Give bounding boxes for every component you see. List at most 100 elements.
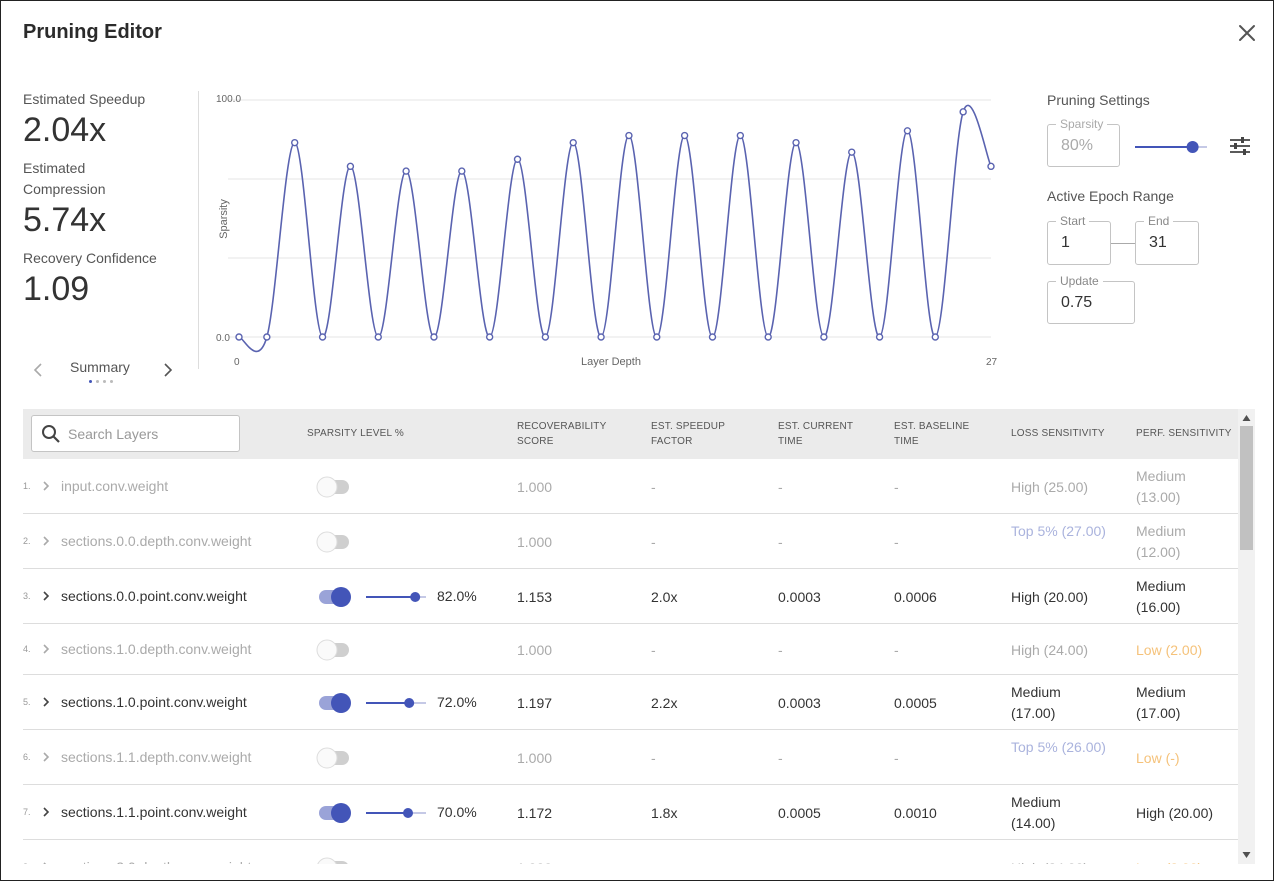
layer-toggle[interactable] [315,585,353,609]
header-loss-sensitivity[interactable]: LOSS SENSITIVITY [1011,426,1105,441]
recoverability-cell: 1.000 [517,858,552,864]
chart-point[interactable] [485,333,494,341]
header-current-time[interactable]: EST. CURRENT TIME [778,419,868,449]
chevron-right-icon[interactable] [40,751,52,763]
chart-point[interactable] [541,333,550,341]
chevron-right-icon[interactable] [161,361,175,379]
chart-point[interactable] [680,131,689,140]
table-scrollbar[interactable] [1238,409,1255,864]
chart-point[interactable] [374,333,382,341]
header-baseline-time[interactable]: EST. BASELINE TIME [894,419,984,449]
epoch-update-label: Update [1056,274,1103,288]
baseline-time-cell: - [894,534,899,550]
chart-point[interactable] [569,138,577,147]
chart-point[interactable] [903,127,912,135]
speedup-cell: 2.2x [651,695,678,711]
chart-point[interactable] [764,333,772,341]
current-time-cell: 0.0005 [778,805,821,821]
chevron-left-icon[interactable] [31,361,45,379]
chevron-right-icon[interactable] [40,861,52,864]
chart-point[interactable] [318,333,327,341]
chart-point[interactable] [597,333,605,341]
header-recoverability[interactable]: RECOVERABILITY SCORE [517,419,627,449]
chart-point[interactable] [625,131,633,140]
summary-label: Summary [70,359,130,375]
header-sparsity[interactable]: SPARSITY LEVEL % [307,426,404,441]
layer-toggle[interactable] [315,801,353,825]
table-row[interactable]: 2. sections.0.0.depth.conv.weight 1.000 - - -… [23,514,1238,569]
table-row[interactable]: 4. sections.1.0.depth.conv.weight 1.000 - - -… [23,624,1238,675]
table-row[interactable]: 1. input.conv.weight 1.000 - - - High (25.00) M… [23,459,1238,514]
perf-sensitivity-cell: Low (-) [1136,750,1180,766]
epoch-update-field[interactable]: Update 0.75 [1047,274,1135,324]
epoch-start-field[interactable]: Start 1 [1047,214,1111,265]
chart-point[interactable] [346,162,355,171]
table-row[interactable]: 3. sections.0.0.point.conv.weight 82.0% 1.1… [23,569,1238,624]
chevron-right-icon[interactable] [40,643,52,655]
chevron-right-icon[interactable] [40,535,52,547]
chart-point[interactable] [736,131,745,140]
epoch-end-field[interactable]: End 31 [1135,214,1199,265]
row-index: 8. [23,862,31,864]
search-input[interactable]: Search Layers [31,415,240,452]
perf-sensitivity-cell: Medium (16.00) [1136,578,1186,615]
slider-thumb[interactable] [1186,141,1199,153]
speedup-cell: - [651,750,656,766]
header-perf-sensitivity[interactable]: PERF. SENSITIVITY [1136,426,1232,441]
chart-point[interactable] [458,167,466,175]
layer-name: sections.1.1.depth.conv.weight [61,749,252,765]
scroll-down-icon[interactable] [1242,851,1251,859]
header-speedup[interactable]: EST. SPEEDUP FACTOR [651,419,741,449]
pager-dot[interactable] [96,380,99,383]
sparsity-field-value: 80% [1061,137,1094,154]
chart-point[interactable] [959,108,967,116]
table-header: Search Layers SPARSITY LEVEL % RECOVERAB… [23,409,1238,459]
chart-point[interactable] [848,148,856,156]
table-row[interactable]: 5. sections.1.0.point.conv.weight 72.0% 1.1… [23,675,1238,730]
chevron-right-icon[interactable] [40,696,52,708]
table-row[interactable]: 6. sections.1.1.depth.conv.weight 1.000 - - -… [23,730,1238,785]
chart-point[interactable] [987,162,995,171]
loss-sensitivity-cell: High (20.00) [1011,589,1089,605]
chevron-right-icon[interactable] [40,480,52,492]
chevron-right-icon[interactable] [40,590,52,602]
scroll-up-icon[interactable] [1242,414,1251,422]
chart-point[interactable] [708,333,717,341]
table-row[interactable]: 8. sections.2.0.depth.conv.weight 1.000 - - -… [23,840,1238,864]
chart-point[interactable] [235,333,243,341]
pager-dot[interactable] [89,380,92,383]
perf-sensitivity-cell: Low (2.00) [1136,858,1226,864]
sliders-icon[interactable] [1229,136,1251,161]
metric-value-compression: 5.74x [23,201,107,239]
chart-point[interactable] [291,138,299,147]
scrollbar-thumb[interactable] [1240,426,1253,550]
chart-point[interactable] [513,155,522,163]
layer-sparsity-slider[interactable] [364,697,428,709]
table-row[interactable]: 7. sections.1.1.point.conv.weight 70.0% 1.1… [23,785,1238,840]
sparsity-slider[interactable] [1133,139,1211,155]
sparsity-field[interactable]: Sparsity 80% [1047,117,1120,167]
layer-toggle[interactable] [315,746,353,770]
layer-toggle[interactable] [315,475,353,499]
layer-toggle[interactable] [315,530,353,554]
pager-dot[interactable] [103,380,106,383]
chart-point[interactable] [430,333,438,341]
pager-dot[interactable] [110,380,113,383]
chevron-right-icon[interactable] [40,806,52,818]
chart-point[interactable] [263,333,271,341]
chart-point[interactable] [792,138,800,147]
chart-point[interactable] [653,333,661,341]
chart-point[interactable] [820,333,828,341]
chart-point[interactable] [875,333,884,341]
chart-point[interactable] [931,333,939,341]
recoverability-cell: 1.153 [517,589,553,605]
layer-name: sections.0.0.point.conv.weight [61,588,247,604]
layer-toggle[interactable] [315,638,353,662]
close-icon[interactable] [1235,21,1259,45]
layer-name: sections.2.0.depth.conv.weight [61,859,251,864]
layer-sparsity-slider[interactable] [364,807,428,819]
layer-sparsity-slider[interactable] [364,591,428,603]
layer-toggle[interactable] [315,856,353,864]
chart-point[interactable] [402,167,410,175]
layer-toggle[interactable] [315,691,353,715]
